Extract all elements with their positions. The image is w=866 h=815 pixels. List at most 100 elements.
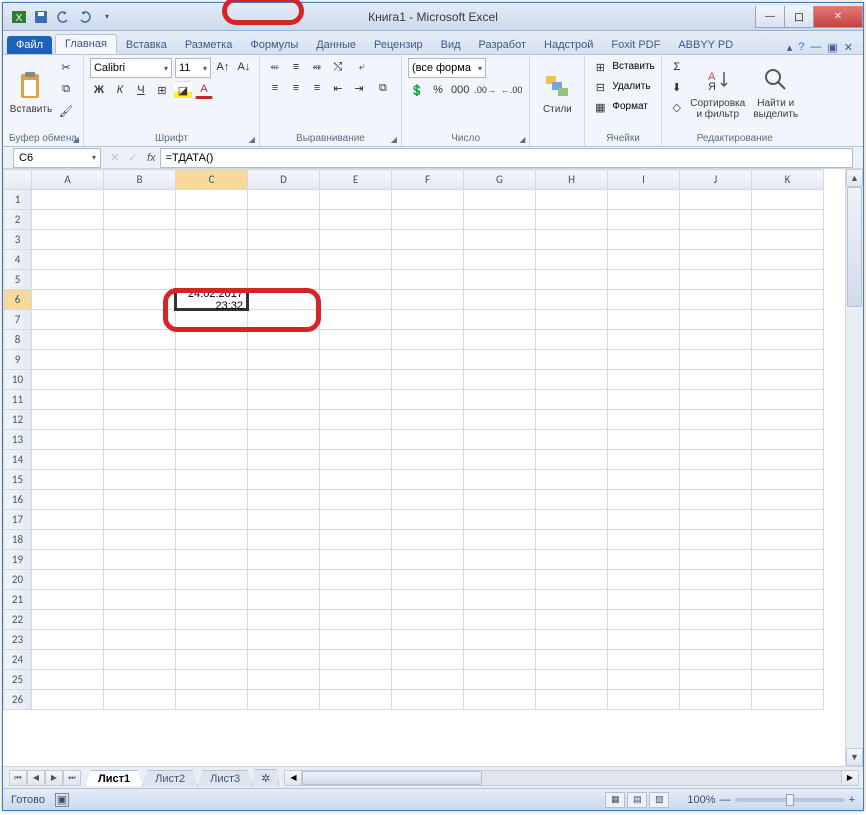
cell-H17[interactable] [536, 510, 608, 530]
cell-B7[interactable] [104, 310, 176, 330]
cell-J22[interactable] [680, 610, 752, 630]
minimize-ribbon-icon[interactable]: ▴ [787, 41, 793, 54]
cell-H6[interactable] [536, 290, 608, 310]
cell-F23[interactable] [392, 630, 464, 650]
align-top-icon[interactable]: ⬴ [266, 58, 284, 76]
cell-J14[interactable] [680, 450, 752, 470]
cell-D26[interactable] [248, 690, 320, 710]
cell-E11[interactable] [320, 390, 392, 410]
cell-A14[interactable] [32, 450, 104, 470]
insert-cells-label[interactable]: Вставить [612, 58, 654, 76]
cell-D2[interactable] [248, 210, 320, 230]
tab-developer[interactable]: Разработ [470, 36, 535, 54]
cell-J15[interactable] [680, 470, 752, 490]
scroll-left-icon[interactable]: ◀ [284, 770, 302, 786]
cell-C1[interactable] [176, 190, 248, 210]
font-color-button[interactable]: A [195, 81, 213, 99]
cell-F26[interactable] [392, 690, 464, 710]
cell-E26[interactable] [320, 690, 392, 710]
dialog-launcher-icon[interactable]: ◢ [391, 135, 397, 144]
cell-A21[interactable] [32, 590, 104, 610]
cell-E23[interactable] [320, 630, 392, 650]
cell-G12[interactable] [464, 410, 536, 430]
cell-G26[interactable] [464, 690, 536, 710]
sheet-tab-1[interactable]: Лист1 [85, 770, 143, 787]
cell-G14[interactable] [464, 450, 536, 470]
cell-G20[interactable] [464, 570, 536, 590]
cell-E13[interactable] [320, 430, 392, 450]
cell-K6[interactable] [752, 290, 824, 310]
redo-icon[interactable] [77, 9, 93, 25]
cell-K11[interactable] [752, 390, 824, 410]
cell-I10[interactable] [608, 370, 680, 390]
cell-C13[interactable] [176, 430, 248, 450]
cell-H25[interactable] [536, 670, 608, 690]
cell-G8[interactable] [464, 330, 536, 350]
cell-J12[interactable] [680, 410, 752, 430]
cell-G17[interactable] [464, 510, 536, 530]
vertical-scrollbar[interactable]: ▲ ▼ [845, 169, 863, 766]
cell-J4[interactable] [680, 250, 752, 270]
cell-E14[interactable] [320, 450, 392, 470]
cell-I25[interactable] [608, 670, 680, 690]
dialog-launcher-icon[interactable]: ◢ [249, 135, 255, 144]
cell-C21[interactable] [176, 590, 248, 610]
autosum-icon[interactable]: Σ [668, 58, 686, 76]
percent-icon[interactable]: % [429, 81, 447, 99]
spreadsheet-grid[interactable]: ABCDEFGHIJK12345624.02.2017 23:327891011… [3, 169, 845, 766]
cell-A20[interactable] [32, 570, 104, 590]
row-head-14[interactable]: 14 [4, 450, 32, 470]
cell-E6[interactable] [320, 290, 392, 310]
cell-K21[interactable] [752, 590, 824, 610]
cell-K14[interactable] [752, 450, 824, 470]
cell-A19[interactable] [32, 550, 104, 570]
cell-C20[interactable] [176, 570, 248, 590]
cell-A1[interactable] [32, 190, 104, 210]
enter-formula-icon[interactable]: ✓ [125, 151, 141, 164]
cell-F6[interactable] [392, 290, 464, 310]
cell-I11[interactable] [608, 390, 680, 410]
tab-view[interactable]: Вид [432, 36, 470, 54]
col-head-A[interactable]: A [32, 170, 104, 190]
next-sheet-icon[interactable]: ▶ [45, 770, 63, 786]
cell-H16[interactable] [536, 490, 608, 510]
cell-F3[interactable] [392, 230, 464, 250]
cell-E10[interactable] [320, 370, 392, 390]
cell-A6[interactable] [32, 290, 104, 310]
cell-A4[interactable] [32, 250, 104, 270]
cell-C3[interactable] [176, 230, 248, 250]
cell-D20[interactable] [248, 570, 320, 590]
cell-G13[interactable] [464, 430, 536, 450]
maximize-button[interactable]: 口 [784, 6, 814, 28]
cell-A2[interactable] [32, 210, 104, 230]
cell-H1[interactable] [536, 190, 608, 210]
cell-B4[interactable] [104, 250, 176, 270]
cell-I8[interactable] [608, 330, 680, 350]
cell-C17[interactable] [176, 510, 248, 530]
cell-C10[interactable] [176, 370, 248, 390]
cell-B11[interactable] [104, 390, 176, 410]
cell-F4[interactable] [392, 250, 464, 270]
cell-G19[interactable] [464, 550, 536, 570]
cell-D5[interactable] [248, 270, 320, 290]
cell-D12[interactable] [248, 410, 320, 430]
cell-G22[interactable] [464, 610, 536, 630]
cell-J20[interactable] [680, 570, 752, 590]
cell-H20[interactable] [536, 570, 608, 590]
cell-K26[interactable] [752, 690, 824, 710]
row-head-1[interactable]: 1 [4, 190, 32, 210]
col-head-C[interactable]: C [176, 170, 248, 190]
cell-D14[interactable] [248, 450, 320, 470]
bold-button[interactable]: Ж [90, 81, 108, 99]
cell-J25[interactable] [680, 670, 752, 690]
cell-B6[interactable] [104, 290, 176, 310]
row-head-18[interactable]: 18 [4, 530, 32, 550]
cell-G18[interactable] [464, 530, 536, 550]
cell-G9[interactable] [464, 350, 536, 370]
row-head-20[interactable]: 20 [4, 570, 32, 590]
cell-A22[interactable] [32, 610, 104, 630]
cell-B1[interactable] [104, 190, 176, 210]
cell-K2[interactable] [752, 210, 824, 230]
cell-D24[interactable] [248, 650, 320, 670]
cell-G24[interactable] [464, 650, 536, 670]
